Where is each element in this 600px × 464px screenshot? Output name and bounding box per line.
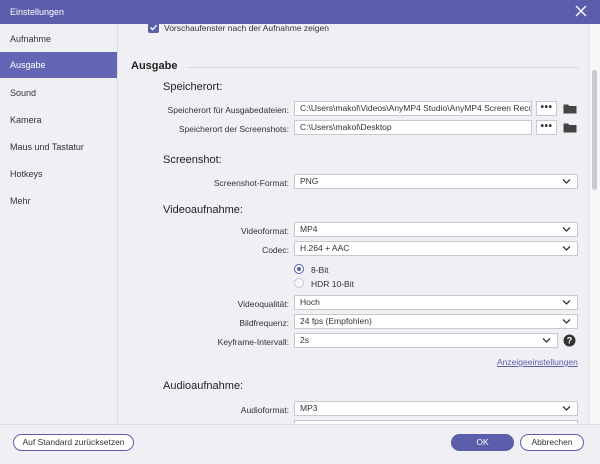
chevron-down-icon <box>562 246 571 251</box>
sidebar-item-aufnahme[interactable]: Aufnahme <box>0 26 117 52</box>
title-bar: Einstellungen <box>0 0 600 24</box>
bit-depth-hdr-label: HDR 10-Bit <box>311 279 354 289</box>
codec-label: Codec: <box>262 245 289 255</box>
subsection-title-speicherort: Speicherort: <box>163 81 223 93</box>
sidebar-item-hotkeys[interactable]: Hotkeys <box>0 161 117 187</box>
keyframe-interval-value: 2s <box>300 335 309 345</box>
output-location-label: Speicherort für Ausgabedateien: <box>167 105 289 115</box>
ok-button[interactable]: OK <box>451 434 514 451</box>
reset-defaults-button[interactable]: Auf Standard zurücksetzen <box>13 434 134 451</box>
bit-depth-8bit-radio[interactable] <box>294 264 304 274</box>
close-icon[interactable] <box>574 4 588 18</box>
chevron-down-icon <box>562 319 571 324</box>
settings-content: Vorschaufenster nach der Aufnahme zeigen… <box>118 24 588 424</box>
audio-format-select[interactable]: MP3 <box>294 401 578 416</box>
keyframe-interval-label: Keyframe-Intervall: <box>217 337 289 347</box>
video-format-label: Videoformat: <box>240 226 289 236</box>
frame-rate-label: Bildfrequenz: <box>239 318 289 328</box>
section-title-ausgabe: Ausgabe <box>131 60 178 72</box>
chevron-down-icon <box>562 179 571 184</box>
codec-select[interactable]: H.264 + AAC <box>294 241 578 256</box>
frame-rate-select[interactable]: 24 fps (Empfohlen) <box>294 314 578 329</box>
bit-depth-8bit-label: 8-Bit <box>311 265 329 275</box>
video-format-value: MP4 <box>300 224 318 234</box>
screenshot-location-browse-button[interactable]: ••• <box>536 120 557 135</box>
bit-depth-hdr-radio[interactable] <box>294 278 304 288</box>
sidebar-item-kamera[interactable]: Kamera <box>0 107 117 133</box>
video-quality-label: Videoqualität: <box>237 299 289 309</box>
window-title: Einstellungen <box>10 7 65 17</box>
screenshot-format-select[interactable]: PNG <box>294 174 578 189</box>
chevron-down-icon <box>562 227 571 232</box>
sidebar-item-ausgabe[interactable]: Ausgabe <box>0 52 117 78</box>
subsection-title-audioaufnahme: Audioaufnahme: <box>163 380 244 392</box>
help-icon[interactable]: ? <box>563 334 576 347</box>
video-format-select[interactable]: MP4 <box>294 222 578 237</box>
footer: Auf Standard zurücksetzen OK Abbrechen <box>0 424 600 464</box>
keyframe-interval-select[interactable]: 2s <box>294 333 558 348</box>
screenshot-location-field[interactable]: C:\Users\makol\Desktop <box>294 120 532 135</box>
svg-text:?: ? <box>567 336 573 346</box>
frame-rate-value: 24 fps (Empfohlen) <box>300 316 372 326</box>
cancel-button[interactable]: Abbrechen <box>520 434 584 451</box>
codec-value: H.264 + AAC <box>300 243 350 253</box>
chevron-down-icon <box>562 300 571 305</box>
output-location-field[interactable]: C:\Users\makol\Videos\AnyMP4 Studio\AnyM… <box>294 101 532 116</box>
chevron-down-icon <box>542 338 551 343</box>
folder-icon[interactable] <box>563 122 577 133</box>
sidebar: Aufnahme Ausgabe Sound Kamera Maus und T… <box>0 24 118 424</box>
screenshot-format-value: PNG <box>300 176 319 186</box>
screenshot-format-label: Screenshot-Format: <box>213 178 289 188</box>
sidebar-item-maus-und-tastatur[interactable]: Maus und Tastatur <box>0 134 117 160</box>
chevron-down-icon <box>562 406 571 411</box>
preview-checkbox-label: Vorschaufenster nach der Aufnahme zeigen <box>164 24 329 33</box>
subsection-title-screenshot: Screenshot: <box>163 154 222 166</box>
scrollbar-thumb[interactable] <box>592 70 597 190</box>
screenshot-location-label: Speicherort der Screenshots: <box>178 124 289 134</box>
sidebar-item-sound[interactable]: Sound <box>0 80 117 106</box>
video-quality-value: Hoch <box>300 297 320 307</box>
check-icon <box>150 24 158 31</box>
output-location-browse-button[interactable]: ••• <box>536 101 557 116</box>
audio-format-label: Audioformat: <box>240 405 289 415</box>
content-scrollbar[interactable] <box>590 24 600 424</box>
sidebar-item-mehr[interactable]: Mehr <box>0 188 117 214</box>
video-quality-select[interactable]: Hoch <box>294 295 578 310</box>
audio-format-value: MP3 <box>300 403 318 413</box>
preview-checkbox[interactable] <box>148 24 159 33</box>
display-settings-link[interactable]: Anzeigeeinstellungen <box>497 357 578 367</box>
folder-icon[interactable] <box>563 103 577 114</box>
subsection-title-videoaufnahme: Videoaufnahme: <box>163 204 243 216</box>
section-divider <box>188 67 578 68</box>
